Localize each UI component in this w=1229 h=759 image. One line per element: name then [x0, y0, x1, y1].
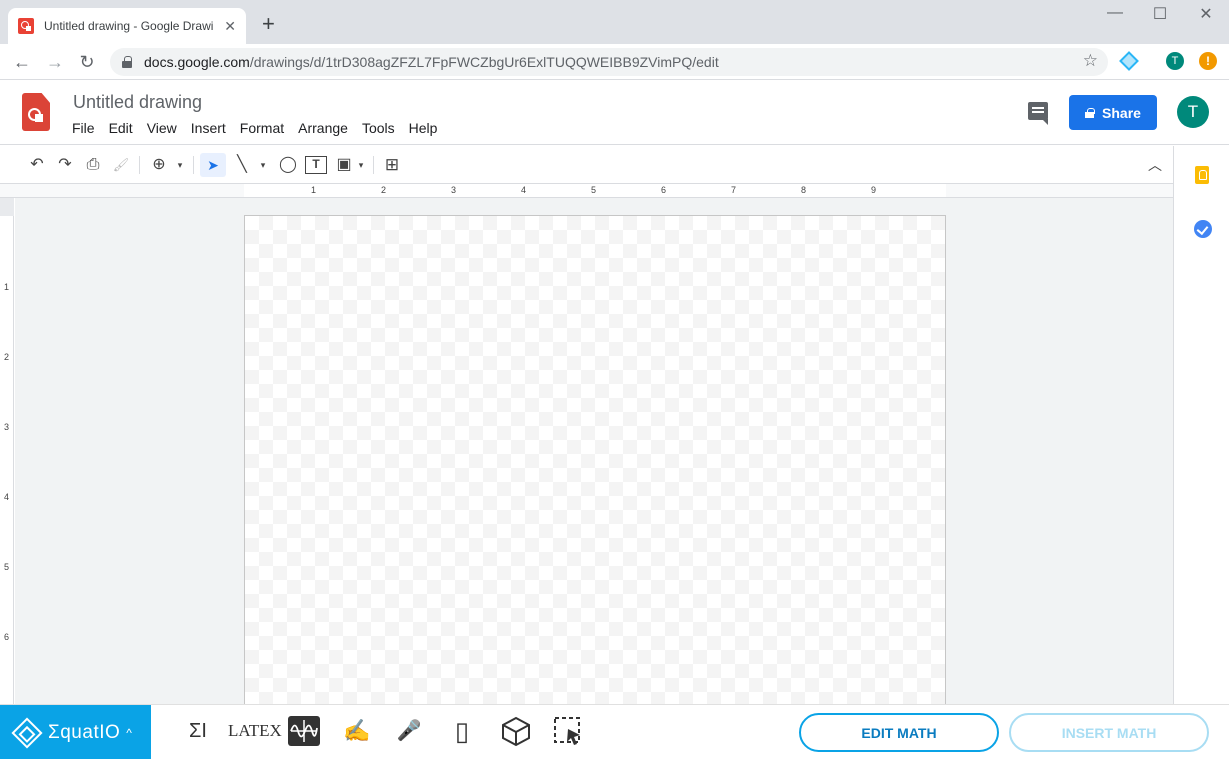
maximize-button[interactable]: ☐: [1137, 4, 1183, 24]
edit-math-button[interactable]: EDIT MATH: [799, 713, 999, 752]
screenshot-reader-icon[interactable]: [551, 715, 585, 747]
address-bar[interactable]: docs.google.com/drawings/d/1trD308agZFZL…: [110, 48, 1108, 76]
share-button[interactable]: Share: [1069, 95, 1157, 130]
handwriting-icon[interactable]: ✍: [340, 715, 374, 747]
canvas-area[interactable]: [15, 198, 1173, 704]
menu-format[interactable]: Format: [240, 120, 291, 136]
profile-avatar-small[interactable]: T: [1166, 52, 1184, 70]
equatio-logo-icon: [11, 716, 43, 749]
print-icon[interactable]: ⎙: [82, 153, 104, 177]
alert-icon[interactable]: !: [1199, 52, 1217, 70]
document-title[interactable]: Untitled drawing: [73, 92, 202, 113]
ruler-number: 5: [591, 185, 597, 195]
ruler-number: 9: [871, 185, 877, 195]
back-button[interactable]: ←: [10, 50, 34, 74]
ruler-number: 1: [311, 185, 317, 195]
redo-icon[interactable]: ↷: [54, 153, 76, 177]
equatio-brand[interactable]: ΣquatIO ^: [0, 705, 151, 759]
tab-title: Untitled drawing - Google Drawi: [44, 19, 214, 33]
drawings-logo-icon[interactable]: [22, 93, 50, 131]
menu-tools[interactable]: Tools: [362, 120, 402, 136]
close-window-button[interactable]: ✕: [1183, 4, 1229, 24]
cube-icon: [502, 716, 530, 747]
menu-arrange[interactable]: Arrange: [298, 120, 355, 136]
url-path: /drawings/d/1trD308agZFZL7FpFWCZbgUr6Exl…: [249, 54, 719, 70]
browser-tabstrip: Untitled drawing - Google Drawi ✕ + — ☐ …: [0, 0, 1229, 44]
undo-icon[interactable]: ↶: [26, 153, 48, 177]
lock-icon: [1085, 107, 1095, 118]
bookmark-star-icon[interactable]: ☆: [1083, 51, 1098, 71]
image-tool-icon[interactable]: ▣: [333, 153, 355, 177]
insert-math-button[interactable]: INSERT MATH: [1009, 713, 1209, 752]
drawings-favicon-icon: [18, 18, 34, 34]
drawing-canvas[interactable]: [244, 215, 946, 704]
menu-bar: File Edit View Insert Format Arrange Too…: [72, 120, 451, 136]
ruler-number: 6: [661, 185, 667, 195]
tasks-icon[interactable]: [1194, 220, 1212, 238]
speech-input-icon[interactable]: 🎤: [394, 715, 424, 747]
ruler-number: 6: [4, 632, 10, 642]
image-dropdown-caret[interactable]: ▾: [355, 153, 367, 177]
ruler-number: 2: [4, 352, 10, 362]
dashed-select-icon: [554, 717, 580, 745]
ruler-number: 5: [4, 562, 10, 572]
app-header: Untitled drawing File Edit View Insert F…: [0, 81, 1229, 145]
keep-icon[interactable]: [1195, 166, 1209, 184]
toolbar-divider: [139, 156, 140, 174]
line-tool-icon[interactable]: ╲: [231, 153, 253, 177]
account-avatar[interactable]: T: [1177, 96, 1209, 128]
side-panel: [1173, 146, 1229, 704]
zoom-icon[interactable]: ⊕: [148, 153, 170, 177]
math-input-icon[interactable]: ΣI: [182, 715, 214, 747]
ruler-number: 3: [451, 185, 457, 195]
browser-tab[interactable]: Untitled drawing - Google Drawi ✕: [8, 8, 246, 44]
vertical-ruler: 1 2 3 4 5 6: [0, 198, 14, 704]
drawing-toolbar: ↶ ↷ ⎙ 🖌 ⊕ ▾ ➤ ╲ ▾ ◯ T ▣ ▾ ⊞ ︿: [0, 146, 1173, 184]
toolbar-divider: [373, 156, 374, 174]
latex-icon[interactable]: LATEX: [228, 715, 282, 747]
graph-wave-icon: [290, 720, 318, 742]
menu-insert[interactable]: Insert: [191, 120, 233, 136]
new-tab-button[interactable]: +: [262, 12, 275, 36]
menu-help[interactable]: Help: [409, 120, 445, 136]
shape-tool-icon[interactable]: ◯: [277, 153, 299, 177]
equatio-name: ΣquatIO: [48, 721, 121, 743]
ruler-number: 7: [731, 185, 737, 195]
browser-toolbar: ← → ↻ docs.google.com/drawings/d/1trD308…: [0, 44, 1229, 80]
menu-file[interactable]: File: [72, 120, 102, 136]
equatio-toolbar: ΣquatIO ^ ΣI LATEX ✍ 🎤 ▯ EDIT MATH INSER…: [0, 704, 1229, 759]
chevron-up-icon: ^: [126, 725, 132, 740]
paint-format-icon[interactable]: 🖌: [110, 153, 132, 177]
zoom-dropdown-caret[interactable]: ▾: [174, 153, 186, 177]
horizontal-ruler: 1 2 3 4 5 6 7 8 9: [0, 184, 1173, 198]
comment-history-icon[interactable]: [1028, 102, 1048, 125]
ruler-number: 4: [4, 492, 10, 502]
line-dropdown-caret[interactable]: ▾: [257, 153, 269, 177]
collapse-toolbar-icon[interactable]: ︿: [1144, 153, 1166, 177]
3d-cube-icon[interactable]: [499, 715, 533, 747]
ruler-number: 8: [801, 185, 807, 195]
toolbar-divider: [193, 156, 194, 174]
ruler-number: 2: [381, 185, 387, 195]
graph-editor-icon[interactable]: [288, 716, 320, 746]
select-tool-icon[interactable]: ➤: [200, 153, 226, 177]
ruler-number: 4: [521, 185, 527, 195]
add-comment-icon[interactable]: ⊞: [381, 153, 403, 177]
menu-edit[interactable]: Edit: [109, 120, 140, 136]
ruler-margin: [0, 198, 14, 216]
textbox-tool-icon[interactable]: T: [305, 156, 327, 174]
tab-close-icon[interactable]: ✕: [224, 18, 236, 35]
lock-icon: [122, 56, 132, 68]
ruler-number: 1: [4, 282, 10, 292]
url-host: docs.google.com: [144, 54, 250, 70]
forward-button[interactable]: →: [43, 50, 67, 74]
ruler-number: 3: [4, 422, 10, 432]
reload-button[interactable]: ↻: [75, 50, 99, 74]
mobile-icon[interactable]: ▯: [448, 715, 476, 747]
share-label: Share: [1102, 104, 1141, 121]
menu-view[interactable]: View: [147, 120, 184, 136]
minimize-button[interactable]: —: [1092, 4, 1138, 22]
